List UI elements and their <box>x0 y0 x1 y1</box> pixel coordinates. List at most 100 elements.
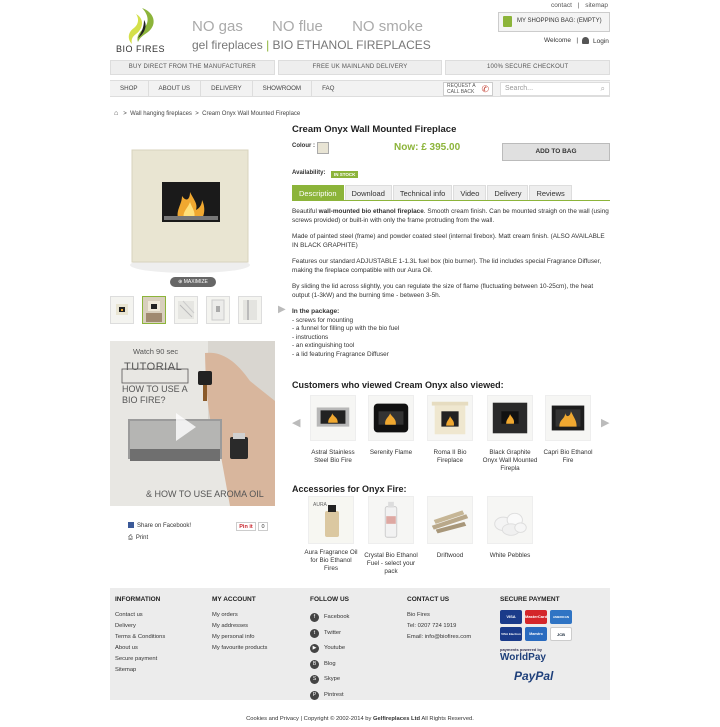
main-nav: SHOP ABOUT US DELIVERY SHOWROOM FAQ REQU… <box>110 80 610 97</box>
also-viewed-label: Roma II Bio Fireplace <box>433 449 467 464</box>
product-thumbnail <box>545 395 591 441</box>
maximize-label: MAXIMIZE <box>183 279 208 285</box>
accessory-item[interactable]: AURA Aura Fragrance Oil for Bio Ethanol … <box>303 496 359 573</box>
footer-contact: CONTACT US Bio Fires Tel: 0207 724 1919 … <box>407 596 471 643</box>
social-label: Blog <box>324 660 336 667</box>
footer-social-youtube[interactable]: ▶ Youtube <box>310 641 349 657</box>
footer-social-facebook[interactable]: f Facebook <box>310 610 349 626</box>
thumbnail-next-icon[interactable]: ▶ <box>278 304 286 315</box>
login-label: Login <box>593 38 609 45</box>
description-text: Beautiful <box>292 208 319 215</box>
footer-email[interactable]: Email: info@biofires.com <box>407 632 471 643</box>
accessory-thumbnail <box>427 496 473 544</box>
thumbnail[interactable] <box>206 296 230 324</box>
home-icon[interactable]: ⌂ <box>114 110 118 117</box>
tab-delivery[interactable]: Delivery <box>487 185 529 200</box>
footer-social-skype[interactable]: S Skype <box>310 672 349 688</box>
package-title: In the package: <box>292 308 340 315</box>
footer-link[interactable]: My orders <box>212 610 267 621</box>
pin-count: 0 <box>258 522 268 531</box>
tab-description[interactable]: Description <box>292 185 344 200</box>
thumbnail-image <box>116 304 128 315</box>
nav-faq[interactable]: FAQ <box>312 81 344 96</box>
also-viewed-item[interactable]: Roma II Bio Fireplace <box>422 395 478 465</box>
login-link[interactable]: Login <box>582 37 609 45</box>
also-viewed-label: Black Graphite Onyx Wall Mounted Firepla <box>482 449 538 472</box>
accessory-thumbnail <box>487 496 533 544</box>
also-viewed-item[interactable]: Black Graphite Onyx Wall Mounted Firepla <box>482 395 538 473</box>
nav-about-us[interactable]: ABOUT US <box>149 81 202 96</box>
accessory-item[interactable]: Crystal Bio Ethanol Fuel - select your p… <box>363 496 419 576</box>
facebook-icon <box>128 522 134 528</box>
tab-video[interactable]: Video <box>453 185 487 200</box>
maximize-button[interactable]: ⊕ MAXIMIZE <box>170 277 216 287</box>
shopping-bag-button[interactable]: MY SHOPPING BAG: (EMPTY) <box>498 12 610 32</box>
copyright-company: Gelfireplaces Ltd <box>373 716 421 722</box>
thumbnail[interactable] <box>238 296 262 324</box>
account-separator: | <box>576 37 579 44</box>
footer-link[interactable]: About us <box>115 643 165 654</box>
accessory-label: Crystal Bio Ethanol Fuel - select your p… <box>364 552 418 575</box>
nav-shop[interactable]: SHOP <box>110 81 149 96</box>
tab-download[interactable]: Download <box>344 185 392 200</box>
logo-text: BIO FIRES <box>116 44 166 54</box>
call-back-label: REQUEST A CALL BACK <box>447 83 476 95</box>
package-item: - an extinguishing tool <box>292 342 355 349</box>
breadcrumb-category[interactable]: Wall hanging fireplaces <box>130 111 192 117</box>
accessory-item[interactable]: White Pebbles <box>482 496 538 560</box>
product-main-image[interactable] <box>110 130 270 288</box>
stock-badge: IN STOCK <box>331 171 359 178</box>
footer-heading: SECURE PAYMENT <box>500 596 560 603</box>
share-facebook-link[interactable]: Share on Facebook! <box>128 522 191 529</box>
footer-link[interactable]: Contact us <box>115 610 165 621</box>
carousel-next-icon[interactable]: ▶ <box>601 416 609 429</box>
add-to-bag-button[interactable]: ADD TO BAG <box>502 143 610 161</box>
tab-reviews[interactable]: Reviews <box>529 185 572 200</box>
footer-link[interactable]: Terms & Conditions <box>115 632 165 643</box>
social-label: Facebook <box>324 614 350 620</box>
thumbnail[interactable] <box>174 296 198 324</box>
also-viewed-item[interactable]: Astral Stainless Steel Bio Fire <box>305 395 361 465</box>
description-paragraph: By sliding the lid across slightly, you … <box>292 283 594 299</box>
welcome-label: Welcome <box>544 37 571 44</box>
search-icon[interactable]: ⌕ <box>601 84 605 94</box>
colour-swatch[interactable] <box>317 142 329 154</box>
promo-secure: 100% SECURE CHECKOUT <box>445 60 611 75</box>
footer-social-blog[interactable]: B Blog <box>310 657 349 673</box>
description-paragraph: Made of painted steel (frame) and powder… <box>292 233 605 249</box>
footer-follow-us: FOLLOW US f Facebook t Twitter ▶ Youtube BB… <box>310 596 349 703</box>
search-input[interactable]: Search... ⌕ <box>500 82 610 96</box>
nav-showroom[interactable]: SHOWROOM <box>253 81 313 96</box>
footer-social-pinterest[interactable]: P Pintrest <box>310 688 349 704</box>
footer-link[interactable]: My favourite products <box>212 643 267 654</box>
call-back-button[interactable]: REQUEST A CALL BACK ✆ <box>443 82 493 96</box>
accessory-item[interactable]: Driftwood <box>422 496 478 560</box>
thumbnail[interactable] <box>110 296 134 324</box>
breadcrumb: ⌂ > Wall hanging fireplaces > Cream Onyx… <box>114 110 300 117</box>
package-item: - a lid featuring Fragrance Diffuser <box>292 350 389 358</box>
footer-link[interactable]: Delivery <box>115 621 165 632</box>
breadcrumb-current: Cream Onyx Wall Mounted Fireplace <box>202 111 301 117</box>
nav-delivery[interactable]: DELIVERY <box>201 81 253 96</box>
maestro-icon: Maestro <box>525 627 547 641</box>
thumbnail[interactable] <box>142 296 166 324</box>
print-link[interactable]: ⎙ Print <box>128 535 148 542</box>
sitemap-link[interactable]: sitemap <box>585 2 608 9</box>
contact-link[interactable]: contact <box>551 2 572 9</box>
footer-social-twitter[interactable]: t Twitter <box>310 626 349 642</box>
social-label: Youtube <box>324 645 346 651</box>
footer-link[interactable]: Secure payment <box>115 654 165 665</box>
tab-technical-info[interactable]: Technical info <box>392 185 453 200</box>
footer-link[interactable]: Sitemap <box>115 665 165 676</box>
footer-link[interactable]: My addresses <box>212 621 267 632</box>
also-viewed-item[interactable]: Serenity Flame <box>363 395 419 457</box>
carousel-prev-icon[interactable]: ◀ <box>292 416 300 429</box>
also-viewed-item[interactable]: Capri Bio Ethanol Fire <box>540 395 596 465</box>
pin-it-button[interactable]: Pin it <box>236 522 256 531</box>
search-placeholder: Search... <box>505 85 534 92</box>
breadcrumb-sep: > <box>123 111 127 117</box>
footer: INFORMATION Contact us Delivery Terms & … <box>110 588 610 700</box>
footer-link[interactable]: My personal info <box>212 632 267 643</box>
description-paragraph: Features our standard ADJUSTABLE 1-1.3L … <box>292 258 602 274</box>
tutorial-video[interactable]: Watch 90 sec TUTORIAL HOW TO USE A BIO F… <box>110 341 275 506</box>
